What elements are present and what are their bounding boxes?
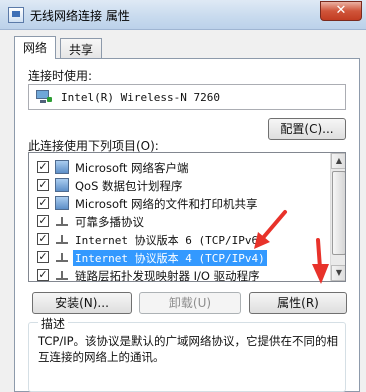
list-item-label: Internet 协议版本 4 (TCP/IPv4): [73, 250, 267, 266]
adapter-name: Intel(R) Wireless-N 7260: [61, 91, 220, 104]
list-item-label: 可靠多播协议: [75, 215, 144, 229]
network-client-icon: [55, 160, 69, 174]
qos-scheduler-icon: [55, 178, 69, 192]
list-item[interactable]: ✓ QoS 数据包计划程序: [29, 176, 331, 194]
list-item-label: Internet 协议版本 6 (TCP/IPv6): [75, 234, 265, 247]
scroll-thumb[interactable]: [332, 171, 345, 255]
scroll-up-icon[interactable]: ▲: [331, 153, 345, 169]
list-item-label: Microsoft 网络的文件和打印机共享: [75, 197, 258, 211]
properties-button[interactable]: 属性(R): [249, 292, 347, 314]
protocol-icon: [55, 268, 69, 281]
uninstall-button[interactable]: 卸载(U): [139, 292, 241, 314]
scroll-down-icon[interactable]: ▼: [331, 265, 345, 281]
description-title: 描述: [38, 315, 69, 332]
list-item-label: QoS 数据包计划程序: [75, 179, 183, 193]
checkbox[interactable]: ✓: [37, 233, 49, 245]
list-scrollbar[interactable]: ▲ ▼: [330, 153, 345, 281]
list-item[interactable]: ✓ Microsoft 网络的文件和打印机共享: [29, 194, 331, 212]
checkbox[interactable]: ✓: [37, 269, 49, 281]
checkbox[interactable]: ✓: [37, 197, 49, 209]
network-adapter-icon: [36, 90, 52, 104]
network-connection-icon: [8, 7, 24, 23]
description-text: TCP/IP。该协议是默认的广域网络协议，它提供在不同的相互连接的网络上的通讯。: [38, 334, 339, 364]
close-button[interactable]: ✕: [320, 1, 362, 21]
adapter-field: Intel(R) Wireless-N 7260: [28, 84, 346, 110]
file-printer-sharing-icon: [55, 196, 69, 210]
install-button[interactable]: 安装(N)...: [32, 292, 132, 314]
list-item-label: Microsoft 网络客户端: [75, 161, 189, 175]
list-item[interactable]: ✓ Internet 协议版本 6 (TCP/IPv6): [29, 230, 331, 248]
list-item-selected[interactable]: ✓ Internet 协议版本 4 (TCP/IPv4): [29, 248, 331, 266]
window-title: 无线网络连接 属性: [30, 9, 130, 23]
checkbox[interactable]: ✓: [37, 215, 49, 227]
list-item[interactable]: ✓ Microsoft 网络客户端: [29, 158, 331, 176]
connect-using-label: 连接时使用:: [28, 69, 93, 83]
checkbox[interactable]: ✓: [37, 179, 49, 191]
protocol-icon: [55, 214, 69, 228]
checkbox[interactable]: ✓: [37, 161, 49, 173]
title-bar: 无线网络连接 属性 ✕: [0, 0, 366, 30]
protocol-icon: [55, 250, 69, 264]
list-item[interactable]: ✓ 链路层拓扑发现映射器 I/O 驱动程序: [29, 266, 331, 282]
components-list[interactable]: ✓ Microsoft 网络客户端 ✓ QoS 数据包计划程序 ✓ Micros…: [28, 152, 346, 282]
list-item-label: 链路层拓扑发现映射器 I/O 驱动程序: [75, 269, 260, 282]
tab-sharing[interactable]: 共享: [60, 38, 103, 58]
tab-network[interactable]: 网络: [14, 36, 57, 59]
protocol-icon: [55, 232, 69, 246]
checkbox[interactable]: ✓: [37, 251, 49, 263]
list-item[interactable]: ✓ 可靠多播协议: [29, 212, 331, 230]
configure-button[interactable]: 配置(C)...: [268, 118, 346, 140]
